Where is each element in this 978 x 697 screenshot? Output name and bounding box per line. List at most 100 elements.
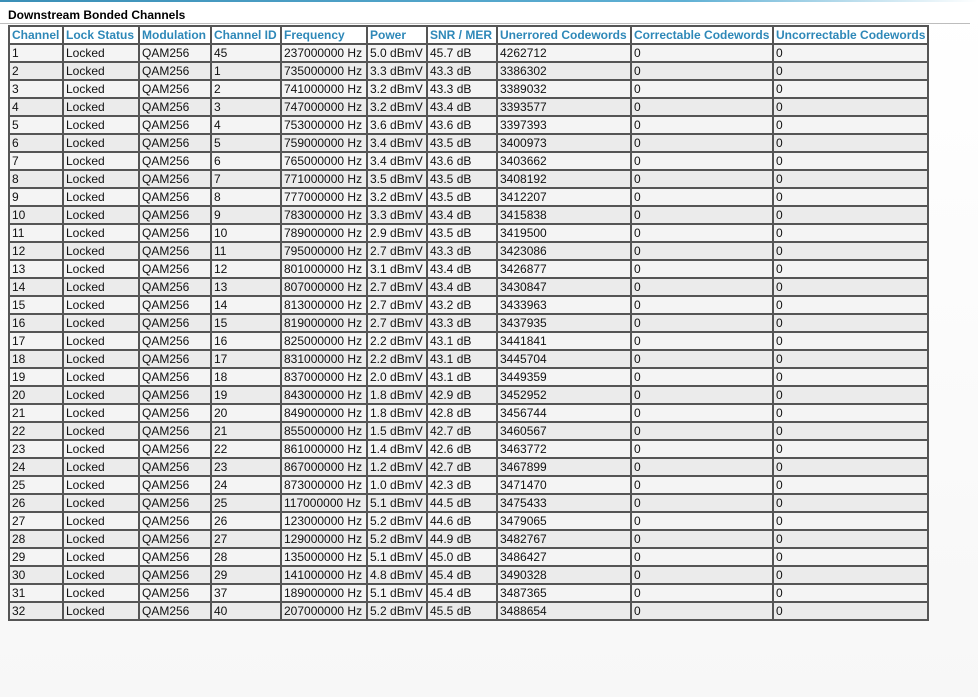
unerrored-codewords-cell: 3488654 (496, 601, 632, 621)
power-cell: 1.0 dBmV (366, 475, 428, 495)
modulation-cell: QAM256 (138, 421, 212, 441)
uncorrectable-codewords-cell: 0 (771, 349, 930, 369)
unerrored-codewords-cell: 3437935 (496, 313, 632, 333)
snr-mer-cell: 43.1 dB (426, 349, 498, 369)
power-cell: 3.2 dBmV (366, 79, 428, 99)
unerrored-codewords-cell: 3386302 (496, 61, 632, 81)
table-row: 29 Locked QAM256 28 135000000 Hz 5.1 dBmV 45.0… (8, 547, 930, 567)
frequency-cell: 135000000 Hz (280, 547, 368, 567)
table-row: 13 Locked QAM256 12 801000000 Hz 3.1 dBmV 43.4… (8, 259, 930, 279)
frequency-cell: 189000000 Hz (280, 583, 368, 603)
channel-id-cell: 25 (210, 493, 282, 513)
power-cell: 5.2 dBmV (366, 529, 428, 549)
col-header-frequency: Frequency (280, 25, 368, 45)
channel-cell: 4 (8, 97, 64, 117)
lock-status-cell: Locked (62, 529, 140, 549)
correctable-codewords-cell: 0 (630, 349, 774, 369)
uncorrectable-codewords-cell: 0 (771, 187, 930, 207)
modulation-cell: QAM256 (138, 79, 212, 99)
modulation-cell: QAM256 (138, 277, 212, 297)
modulation-cell: QAM256 (138, 601, 212, 621)
power-cell: 3.2 dBmV (366, 187, 428, 207)
lock-status-cell: Locked (62, 205, 140, 225)
uncorrectable-codewords-cell: 0 (771, 493, 930, 513)
snr-mer-cell: 43.2 dB (426, 295, 498, 315)
correctable-codewords-cell: 0 (630, 601, 774, 621)
correctable-codewords-cell: 0 (630, 61, 774, 81)
correctable-codewords-cell: 0 (630, 493, 774, 513)
table-row: 10 Locked QAM256 9 783000000 Hz 3.3 dBmV 43.4 … (8, 205, 930, 225)
power-cell: 3.6 dBmV (366, 115, 428, 135)
uncorrectable-codewords-cell: 0 (771, 151, 930, 171)
col-header-channel-id: Channel ID (210, 25, 282, 45)
frequency-cell: 819000000 Hz (280, 313, 368, 333)
modulation-cell: QAM256 (138, 43, 212, 63)
frequency-cell: 753000000 Hz (280, 115, 368, 135)
snr-mer-cell: 42.9 dB (426, 385, 498, 405)
table-row: 30 Locked QAM256 29 141000000 Hz 4.8 dBmV 45.4… (8, 565, 930, 585)
power-cell: 2.0 dBmV (366, 367, 428, 387)
top-accent-rule (0, 0, 978, 2)
channel-id-cell: 4 (210, 115, 282, 135)
downstream-channels-table: Channel Lock Status Modulation Channel I… (8, 25, 930, 621)
unerrored-codewords-cell: 3479065 (496, 511, 632, 531)
modulation-cell: QAM256 (138, 457, 212, 477)
correctable-codewords-cell: 0 (630, 115, 774, 135)
snr-mer-cell: 43.4 dB (426, 259, 498, 279)
frequency-cell: 873000000 Hz (280, 475, 368, 495)
frequency-cell: 843000000 Hz (280, 385, 368, 405)
modulation-cell: QAM256 (138, 547, 212, 567)
uncorrectable-codewords-cell: 0 (771, 205, 930, 225)
frequency-cell: 795000000 Hz (280, 241, 368, 261)
correctable-codewords-cell: 0 (630, 259, 774, 279)
frequency-cell: 765000000 Hz (280, 151, 368, 171)
channel-id-cell: 23 (210, 457, 282, 477)
power-cell: 5.2 dBmV (366, 511, 428, 531)
uncorrectable-codewords-cell: 0 (771, 115, 930, 135)
correctable-codewords-cell: 0 (630, 457, 774, 477)
unerrored-codewords-cell: 3456744 (496, 403, 632, 423)
power-cell: 3.5 dBmV (366, 169, 428, 189)
unerrored-codewords-cell: 3449359 (496, 367, 632, 387)
frequency-cell: 141000000 Hz (280, 565, 368, 585)
lock-status-cell: Locked (62, 475, 140, 495)
power-cell: 3.4 dBmV (366, 133, 428, 153)
power-cell: 2.7 dBmV (366, 313, 428, 333)
channel-id-cell: 9 (210, 205, 282, 225)
correctable-codewords-cell: 0 (630, 187, 774, 207)
unerrored-codewords-cell: 3389032 (496, 79, 632, 99)
channel-id-cell: 19 (210, 385, 282, 405)
unerrored-codewords-cell: 3423086 (496, 241, 632, 261)
lock-status-cell: Locked (62, 601, 140, 621)
uncorrectable-codewords-cell: 0 (771, 367, 930, 387)
channel-id-cell: 45 (210, 43, 282, 63)
lock-status-cell: Locked (62, 295, 140, 315)
table-row: 4 Locked QAM256 3 747000000 Hz 3.2 dBmV 43.4 d… (8, 97, 930, 117)
power-cell: 3.3 dBmV (366, 205, 428, 225)
lock-status-cell: Locked (62, 133, 140, 153)
table-row: 23 Locked QAM256 22 861000000 Hz 1.4 dBmV 42.6… (8, 439, 930, 459)
channel-cell: 24 (8, 457, 64, 477)
frequency-cell: 855000000 Hz (280, 421, 368, 441)
snr-mer-cell: 43.5 dB (426, 169, 498, 189)
power-cell: 5.2 dBmV (366, 601, 428, 621)
snr-mer-cell: 44.9 dB (426, 529, 498, 549)
table-row: 31 Locked QAM256 37 189000000 Hz 5.1 dBmV 45.4… (8, 583, 930, 603)
correctable-codewords-cell: 0 (630, 511, 774, 531)
snr-mer-cell: 43.3 dB (426, 79, 498, 99)
correctable-codewords-cell: 0 (630, 331, 774, 351)
power-cell: 5.0 dBmV (366, 43, 428, 63)
channel-cell: 20 (8, 385, 64, 405)
power-cell: 1.8 dBmV (366, 385, 428, 405)
correctable-codewords-cell: 0 (630, 385, 774, 405)
uncorrectable-codewords-cell: 0 (771, 43, 930, 63)
lock-status-cell: Locked (62, 349, 140, 369)
channel-cell: 18 (8, 349, 64, 369)
channel-cell: 22 (8, 421, 64, 441)
correctable-codewords-cell: 0 (630, 223, 774, 243)
snr-mer-cell: 42.6 dB (426, 439, 498, 459)
power-cell: 5.1 dBmV (366, 583, 428, 603)
correctable-codewords-cell: 0 (630, 367, 774, 387)
unerrored-codewords-cell: 3430847 (496, 277, 632, 297)
lock-status-cell: Locked (62, 583, 140, 603)
